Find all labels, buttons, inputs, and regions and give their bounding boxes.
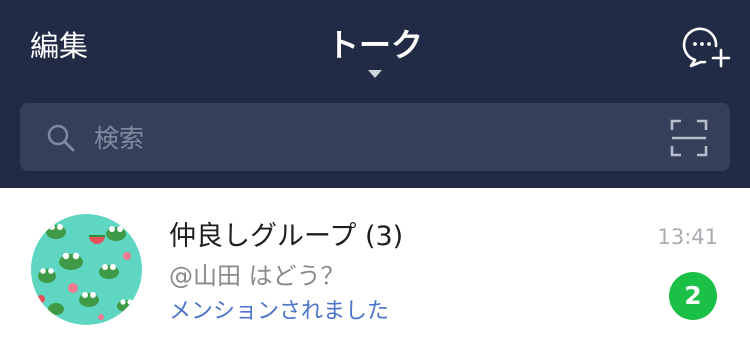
chevron-down-icon bbox=[368, 70, 382, 78]
mention-notice: メンションされました bbox=[169, 299, 390, 324]
chat-list-item[interactable]: 仲良しグループ (3) @山田 はどう？ メンションされました 13:41 2 bbox=[0, 188, 750, 351]
search-icon bbox=[47, 124, 75, 152]
top-nav-bar: 編集 トーク bbox=[0, 0, 750, 188]
title-dropdown[interactable]: トーク bbox=[275, 22, 475, 78]
chat-bubble-plus-icon bbox=[682, 27, 731, 68]
chat-timestamp: 13:41 bbox=[657, 225, 718, 249]
group-frog-avatar[interactable] bbox=[31, 214, 142, 325]
search-bar bbox=[20, 103, 730, 173]
chat-last-message: @山田 はどう？ bbox=[169, 262, 345, 290]
qr-scan-icon[interactable] bbox=[670, 119, 708, 157]
page-title: トーク bbox=[326, 26, 423, 64]
search-input[interactable] bbox=[92, 103, 656, 173]
chat-name: 仲良しグループ (3) bbox=[169, 221, 404, 252]
unread-count-badge: 2 bbox=[669, 272, 717, 320]
new-chat-button[interactable] bbox=[681, 24, 735, 68]
edit-button[interactable]: 編集 bbox=[30, 28, 88, 64]
